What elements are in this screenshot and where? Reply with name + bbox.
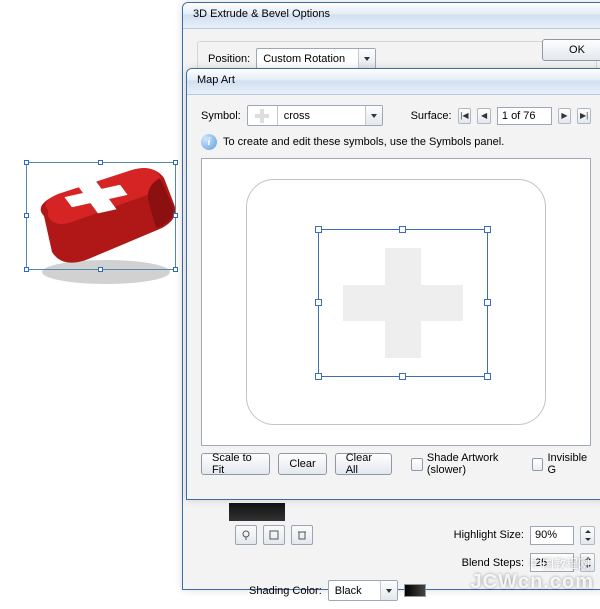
medkit-icon [24,156,184,286]
handle[interactable] [315,373,322,380]
handle[interactable] [315,299,322,306]
highlight-label: Highlight Size: [454,529,524,541]
ok-button[interactable]: OK [542,39,600,61]
handle[interactable] [399,226,406,233]
square-icon [268,529,280,541]
surface-last-button[interactable]: ▶| [577,108,591,124]
shade-artwork-checkbox[interactable]: Shade Artwork (slower) [411,452,524,476]
symbol-value: cross [278,110,365,122]
position-combo[interactable]: Custom Rotation [256,48,376,69]
invisible-geom-checkbox[interactable]: Invisible G [532,452,591,476]
scale-to-fit-button[interactable]: Scale to Fit [201,453,270,475]
light-preview [229,503,285,521]
highlight-spin[interactable] [580,526,595,545]
mapart-preview[interactable] [201,158,591,446]
chevron-down-icon [380,581,397,600]
shading-value: Black [329,585,380,597]
surface-prev-button[interactable]: ◀ [477,108,491,124]
handle[interactable] [484,373,491,380]
surface-counter[interactable]: 1 of 76 [497,107,552,125]
handle[interactable] [399,373,406,380]
dialog-title-3d[interactable]: 3D Extrude & Bevel Options [183,3,600,29]
chevron-down-icon [365,106,382,125]
info-icon: i [201,134,217,150]
clear-all-button[interactable]: Clear All [335,453,392,475]
invisible-label: Invisible G [547,452,591,476]
lightbulb-icon [240,529,252,541]
surface-next-button[interactable]: ▶ [558,108,572,124]
new-light-button[interactable] [235,525,257,545]
watermark-url: JCWcn.com [471,571,594,594]
handle[interactable] [315,226,322,233]
clear-button[interactable]: Clear [278,453,326,475]
symbol-bbox[interactable] [318,229,488,377]
trash-icon [296,529,308,541]
hint-text: To create and edit these symbols, use th… [223,136,504,148]
cross-icon [253,107,271,125]
shade-label: Shade Artwork (slower) [427,452,524,476]
shading-swatch[interactable] [404,584,426,597]
surface-label: Surface: [411,110,452,122]
handle[interactable] [484,299,491,306]
surface-first-button[interactable]: |◀ [458,108,472,124]
position-label: Position: [208,53,250,65]
symbol-label: Symbol: [201,110,241,122]
position-value: Custom Rotation [257,53,358,65]
handle[interactable] [484,226,491,233]
watermark-cn: 中国教程网 [530,555,590,572]
canvas-object-medkit[interactable] [24,156,184,286]
dialog-map-art: Map Art Symbol: cross Surface: |◀ ◀ 1 of… [186,68,600,500]
shading-label: Shading Color: [249,585,322,597]
blend-label: Blend Steps: [462,557,524,569]
highlight-field[interactable]: 90% [530,526,574,545]
dialog-title-mapart[interactable]: Map Art [187,69,600,95]
move-light-button[interactable] [263,525,285,545]
delete-light-button[interactable] [291,525,313,545]
symbol-combo[interactable]: cross [247,105,383,126]
chevron-down-icon [358,49,375,68]
shading-combo[interactable]: Black [328,580,398,601]
symbol-thumb [248,106,278,125]
